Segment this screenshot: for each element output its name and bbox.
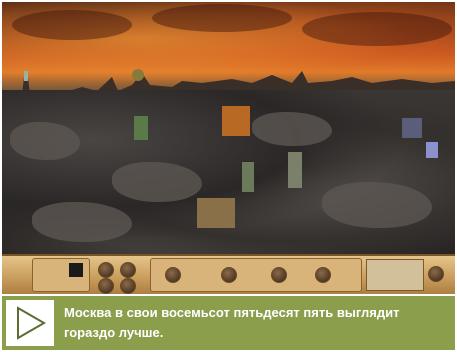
game-screenshot: [2, 2, 455, 294]
page-frame: Москва в свои восемьсот пятьдесят пять в…: [0, 0, 457, 352]
caption-text: Москва в свои восемьсот пятьдесят пять в…: [64, 305, 400, 340]
rock: [252, 112, 332, 146]
play-triangle-icon: [17, 306, 47, 340]
hero-panel: [150, 258, 362, 292]
rock: [112, 162, 202, 202]
portrait-icon[interactable]: [69, 263, 83, 277]
tower[interactable]: [288, 152, 302, 188]
rock: [10, 122, 80, 160]
caption-icon-box: [6, 300, 54, 346]
unit-slot-icon[interactable]: [120, 262, 136, 278]
rock: [32, 202, 132, 242]
spell-icon[interactable]: [165, 267, 181, 283]
minimap[interactable]: [366, 259, 424, 291]
building[interactable]: [197, 198, 235, 228]
skill-icon[interactable]: [315, 267, 331, 283]
unit-slot-icon[interactable]: [98, 278, 114, 294]
resource-panel: [32, 258, 90, 292]
portal[interactable]: [426, 142, 438, 158]
tower[interactable]: [242, 162, 254, 192]
tree-group: [134, 116, 148, 140]
artifact-icon[interactable]: [271, 267, 287, 283]
cloud: [302, 12, 452, 46]
tower: [24, 71, 28, 81]
dome: [132, 69, 144, 81]
unit-slot-icon[interactable]: [120, 278, 136, 294]
building[interactable]: [222, 106, 250, 136]
building[interactable]: [402, 118, 422, 138]
unit-slot-icon[interactable]: [98, 262, 114, 278]
cloud: [152, 4, 292, 32]
cloud: [12, 10, 132, 40]
end-turn-icon[interactable]: [428, 266, 444, 282]
army-icon[interactable]: [221, 267, 237, 283]
